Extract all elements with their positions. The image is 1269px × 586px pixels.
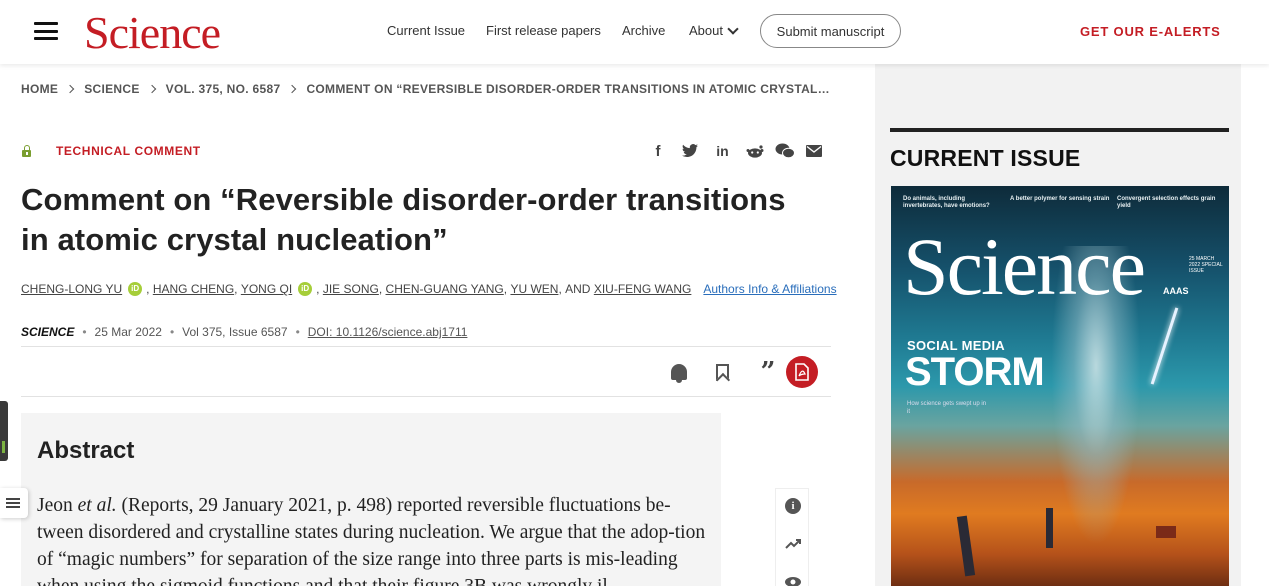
- cover-teaser: A better polymer for sensing strain: [1010, 196, 1110, 202]
- divider: [21, 346, 831, 347]
- abstract-heading: Abstract: [37, 437, 135, 464]
- reddit-icon[interactable]: [745, 142, 765, 160]
- article-meta: SCIENCE • 25 Mar 2022 • Vol 375, Issue 6…: [21, 325, 467, 339]
- rail-divider: [890, 128, 1229, 132]
- meta-separator: •: [169, 325, 175, 339]
- cover-lightning: [1150, 307, 1179, 385]
- publication-date: 25 Mar 2022: [94, 325, 162, 339]
- site-header: Science Current Issue First release pape…: [0, 0, 1269, 64]
- breadcrumb-home[interactable]: HOME: [21, 82, 58, 96]
- metrics-icon[interactable]: [784, 535, 802, 553]
- cite-quote-icon[interactable]: ”: [757, 359, 779, 385]
- breadcrumb: HOME SCIENCE VOL. 375, NO. 6587 COMMENT …: [21, 82, 830, 96]
- divider: [21, 396, 831, 397]
- bookmark-icon[interactable]: [711, 361, 733, 383]
- bell-icon[interactable]: [668, 361, 690, 383]
- breadcrumb-current: COMMENT ON “REVERSIBLE DISORDER-ORDER TR…: [306, 82, 830, 96]
- author-link[interactable]: CHEN-GUANG YANG: [386, 282, 504, 296]
- abstract-text: Jeon et al. (Reports, 29 January 2021, p…: [37, 492, 709, 586]
- current-issue-heading: CURRENT ISSUE: [890, 145, 1081, 171]
- author-link[interactable]: CHENG-LONG YU: [21, 282, 122, 296]
- cover-headline-large: STORM: [905, 350, 1045, 394]
- author-conjunction: AND: [565, 282, 591, 296]
- cover-aaas-logo: AAAS: [1163, 286, 1189, 296]
- article-type: TECHNICAL COMMENT: [56, 144, 201, 158]
- linkedin-icon[interactable]: in: [714, 142, 731, 160]
- cover-subline: How science gets swept up in it: [907, 401, 987, 415]
- nav-first-release[interactable]: First release papers: [486, 23, 601, 38]
- current-issue-panel: CURRENT ISSUE: [890, 128, 1229, 172]
- breadcrumb-volume[interactable]: VOL. 375, NO. 6587: [166, 82, 281, 96]
- meta-separator: •: [295, 325, 300, 339]
- e-alerts-link[interactable]: GET OUR E-ALERTS: [1080, 24, 1221, 39]
- eye-icon[interactable]: [784, 573, 802, 586]
- authors-info-link[interactable]: Authors Info & Affiliations: [703, 282, 836, 296]
- cover-teasers: Do animals, including invertebrates, hav…: [891, 186, 1229, 222]
- author-link[interactable]: XIU-FENG WANG: [594, 282, 692, 296]
- cover-teaser: Convergent selection effects grain yield: [1117, 196, 1216, 209]
- doi-link[interactable]: DOI: 10.1126/science.abj1711: [308, 325, 468, 339]
- cover-logo: Science: [903, 221, 1146, 312]
- author-separator: ,: [558, 282, 566, 296]
- chevron-down-icon: [727, 22, 739, 35]
- menu-icon[interactable]: [34, 22, 58, 40]
- volume-issue[interactable]: Vol 375, Issue 6587: [182, 325, 287, 339]
- cover-issue-date: 25 MARCH 2022 SPECIAL ISSUE: [1189, 256, 1223, 274]
- article-side-tools: i: [775, 488, 809, 586]
- chevron-right-icon: [65, 84, 75, 94]
- author-list: CHENG-LONG YU iD , HANG CHENG , YONG QI …: [21, 282, 837, 296]
- cover-figure: [956, 515, 976, 577]
- nav-archive[interactable]: Archive: [622, 23, 665, 38]
- facebook-icon[interactable]: f: [652, 142, 664, 160]
- abstract-et-al: et al.: [77, 495, 117, 516]
- meta-separator: •: [82, 325, 87, 339]
- journal-name[interactable]: SCIENCE: [21, 325, 74, 339]
- author-link[interactable]: JIE SONG: [323, 282, 379, 296]
- cover-teaser: Do animals, including invertebrates, hav…: [903, 196, 990, 209]
- author-separator: ,: [316, 282, 323, 296]
- article-title: Comment on “Reversible disorder-order tr…: [21, 182, 786, 257]
- email-icon[interactable]: [806, 142, 822, 160]
- nav-about[interactable]: About: [689, 22, 739, 38]
- author-link[interactable]: YU WEN: [510, 282, 558, 296]
- author-link[interactable]: HANG CHENG: [153, 282, 234, 296]
- abstract-body: (Reports, 29 January 2021, p. 498) repor…: [37, 495, 706, 586]
- chevron-right-icon: [147, 84, 156, 94]
- author-separator: ,: [234, 282, 241, 296]
- cover-figure: [1046, 508, 1053, 548]
- science-logo[interactable]: Science: [84, 6, 221, 59]
- author-link[interactable]: YONG QI: [241, 282, 292, 296]
- author-separator: ,: [378, 282, 386, 296]
- issue-cover-image[interactable]: Do animals, including invertebrates, hav…: [891, 186, 1229, 586]
- lock-icon: [22, 145, 31, 157]
- wechat-icon[interactable]: [775, 142, 795, 160]
- chevron-right-icon: [288, 84, 297, 94]
- orcid-icon[interactable]: iD: [298, 282, 313, 296]
- table-of-contents-button[interactable]: [0, 488, 28, 518]
- author-separator: ,: [503, 282, 511, 296]
- submit-manuscript-button[interactable]: Submit manuscript: [760, 14, 901, 48]
- twitter-icon[interactable]: [681, 142, 699, 160]
- cover-car: [1156, 526, 1176, 538]
- breadcrumb-science[interactable]: SCIENCE: [84, 82, 139, 96]
- info-icon[interactable]: i: [784, 497, 802, 515]
- nav-current-issue[interactable]: Current Issue: [387, 23, 465, 38]
- nav-about-label: About: [689, 23, 723, 38]
- abstract-author: Jeon: [37, 495, 78, 516]
- left-edge-widget[interactable]: [0, 401, 8, 461]
- pdf-icon[interactable]: [786, 356, 818, 388]
- orcid-icon[interactable]: iD: [128, 282, 143, 296]
- author-separator: ,: [146, 282, 153, 296]
